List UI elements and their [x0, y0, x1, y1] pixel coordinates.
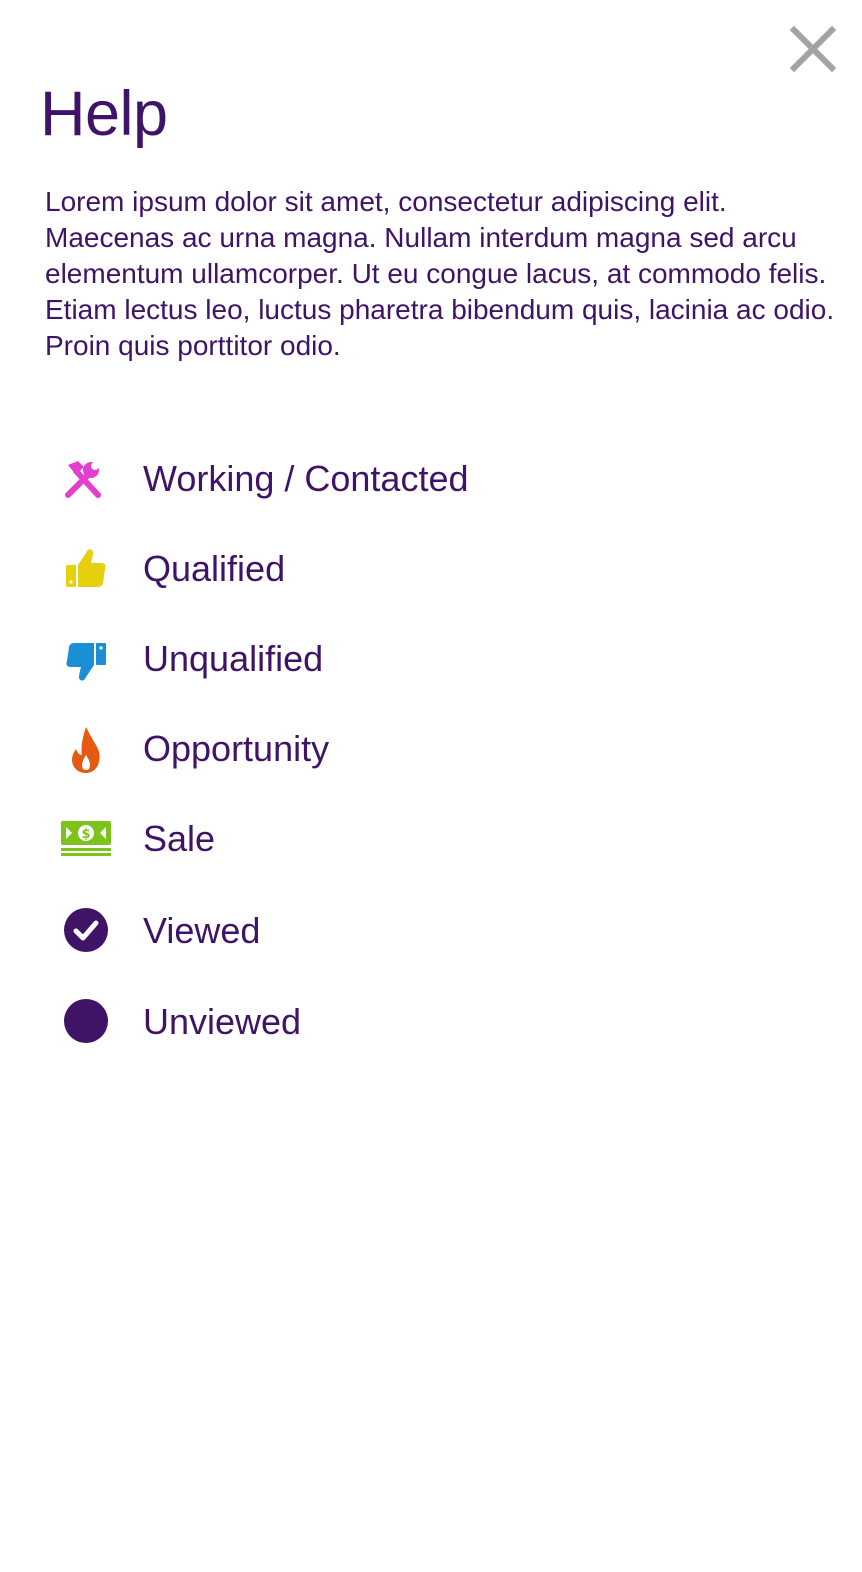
- legend-label: Working / Contacted: [143, 458, 469, 499]
- legend-label: Qualified: [143, 548, 286, 589]
- legend-label: Viewed: [143, 910, 261, 951]
- legend-item-opportunity: Opportunity: [0, 703, 862, 793]
- legend-item-unviewed: Unviewed: [0, 976, 862, 1066]
- legend-label: Sale: [143, 818, 216, 859]
- legend-item-unqualified: Unqualified: [0, 613, 862, 703]
- page-title: Help: [40, 79, 168, 149]
- legend-item-working-contacted: Working / Contacted: [0, 433, 862, 523]
- close-icon: [789, 25, 837, 73]
- legend-label: Opportunity: [143, 728, 330, 769]
- close-button[interactable]: [786, 24, 838, 76]
- check-circle-icon: [58, 907, 114, 957]
- legend-label: Unviewed: [143, 1001, 302, 1042]
- legend-item-sale: $ Sale: [0, 793, 862, 883]
- help-panel: Help Lorem ipsum dolor sit amet, consect…: [0, 0, 862, 1572]
- help-description: Lorem ipsum dolor sit amet, consectetur …: [45, 186, 835, 361]
- thumbs-down-icon: [58, 635, 114, 685]
- circle-icon: [58, 998, 114, 1048]
- svg-text:$: $: [81, 827, 90, 842]
- legend-label: Unqualified: [143, 638, 324, 679]
- money-icon: $: [58, 815, 114, 865]
- legend-item-qualified: Qualified: [0, 523, 862, 613]
- flame-icon: [58, 725, 114, 775]
- thumbs-up-icon: [58, 545, 114, 595]
- tools-icon: [58, 455, 114, 505]
- legend-item-viewed: Viewed: [0, 885, 862, 975]
